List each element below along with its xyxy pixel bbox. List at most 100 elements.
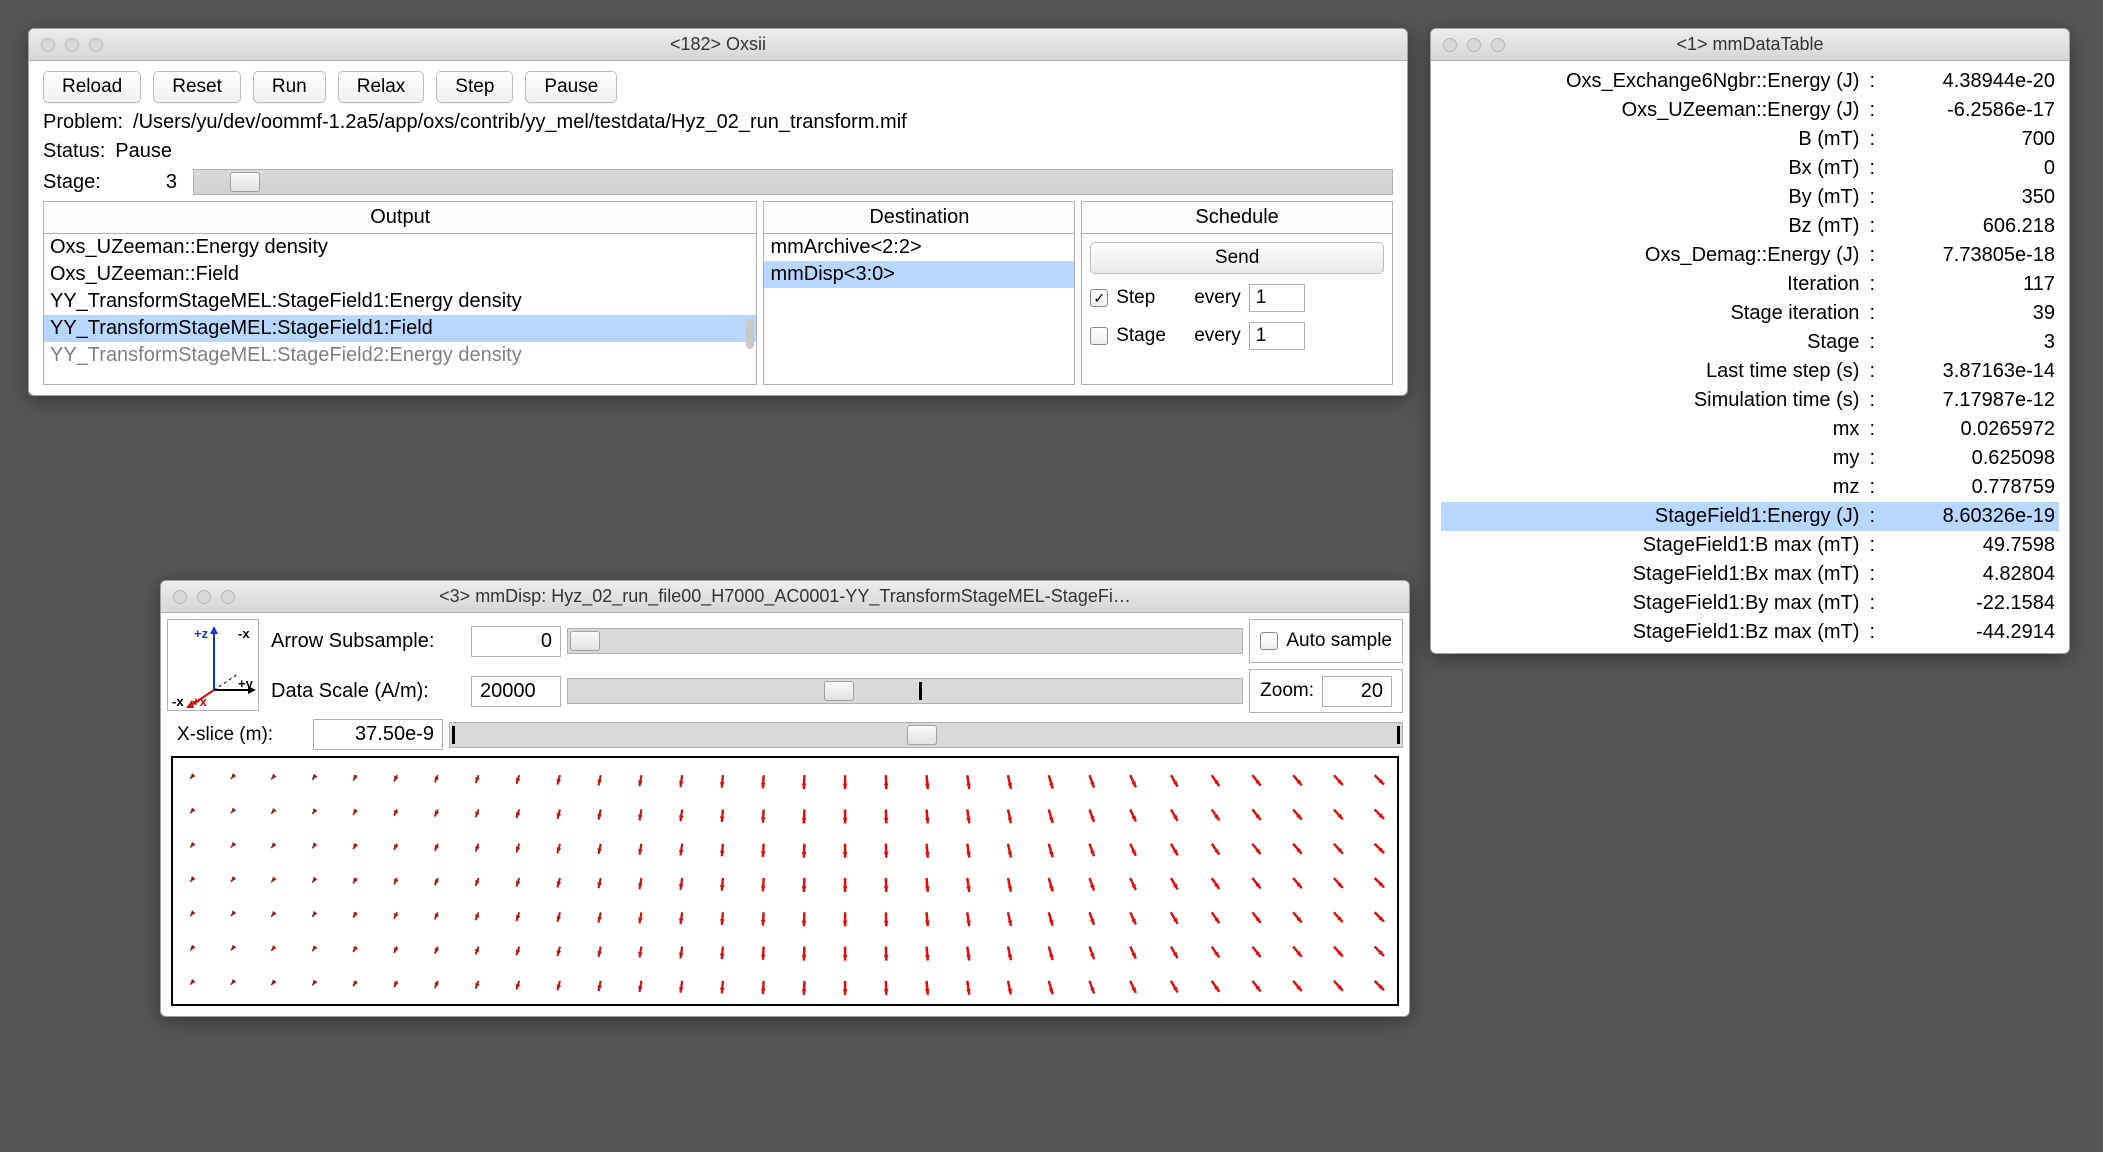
- data-row-value: -6.2586e-17: [1885, 99, 2055, 122]
- close-icon[interactable]: [41, 38, 55, 52]
- xslice-thumb[interactable]: [907, 725, 937, 745]
- step-every-input[interactable]: 1: [1249, 284, 1305, 312]
- output-item[interactable]: Oxs_UZeeman::Field: [44, 261, 756, 288]
- data-row-value: 49.7598: [1885, 534, 2055, 557]
- separator: :: [1865, 70, 1879, 93]
- vector-field-canvas[interactable]: [171, 756, 1399, 1006]
- data-row[interactable]: my:0.625098: [1441, 444, 2059, 473]
- data-row[interactable]: Oxs_Exchange6Ngbr::Energy (J):4.38944e-2…: [1441, 67, 2059, 96]
- separator: :: [1865, 302, 1879, 325]
- data-row[interactable]: By (mT):350: [1441, 183, 2059, 212]
- data-scale-label: Data Scale (A/m):: [265, 680, 465, 703]
- data-row[interactable]: mx:0.0265972: [1441, 415, 2059, 444]
- zoom-icon[interactable]: [1491, 38, 1505, 52]
- data-row-value: 117: [1885, 273, 2055, 296]
- data-row[interactable]: StageField1:B max (mT):49.7598: [1441, 531, 2059, 560]
- auto-sample-checkbox[interactable]: [1260, 632, 1278, 650]
- data-row-value: 3: [1885, 331, 2055, 354]
- separator: :: [1865, 418, 1879, 441]
- window-controls[interactable]: [29, 38, 103, 52]
- arrow-subsample-thumb[interactable]: [570, 631, 600, 651]
- destination-item[interactable]: mmArchive<2:2>: [764, 234, 1074, 261]
- pause-button[interactable]: Pause: [525, 71, 617, 103]
- reload-button[interactable]: Reload: [43, 71, 141, 103]
- zoom-input[interactable]: 20: [1322, 676, 1392, 707]
- destination-listbox[interactable]: mmArchive<2:2>mmDisp<3:0>: [764, 234, 1074, 384]
- output-item-partial[interactable]: YY_TransformStageMEL:StageField2:Energy …: [44, 342, 756, 369]
- every-label-2: every: [1194, 325, 1240, 347]
- data-row[interactable]: Iteration:117: [1441, 270, 2059, 299]
- reset-button[interactable]: Reset: [153, 71, 241, 103]
- destination-item[interactable]: mmDisp<3:0>: [764, 261, 1074, 288]
- stage-slider-thumb[interactable]: [230, 172, 260, 192]
- data-row-label: Oxs_Exchange6Ngbr::Energy (J): [1566, 70, 1859, 93]
- data-row[interactable]: StageField1:Bz max (mT):-44.2914: [1441, 618, 2059, 647]
- separator: :: [1865, 447, 1879, 470]
- stage-slider[interactable]: [193, 169, 1393, 195]
- data-row[interactable]: Last time step (s):3.87163e-14: [1441, 357, 2059, 386]
- data-row[interactable]: Oxs_UZeeman::Energy (J):-6.2586e-17: [1441, 96, 2059, 125]
- arrow-subsample-input[interactable]: 0: [471, 626, 561, 657]
- xslice-tick-start: [452, 726, 455, 744]
- data-scale-input[interactable]: 20000: [471, 676, 561, 707]
- data-scale-tick: [919, 682, 922, 700]
- data-row[interactable]: B (mT):700: [1441, 125, 2059, 154]
- arrow-subsample-label: Arrow Subsample:: [265, 630, 465, 653]
- status-label: Status:: [43, 140, 105, 163]
- data-row-label: StageField1:Energy (J): [1655, 505, 1860, 528]
- data-row[interactable]: StageField1:By max (mT):-22.1584: [1441, 589, 2059, 618]
- data-row[interactable]: StageField1:Energy (J):8.60326e-19: [1441, 502, 2059, 531]
- data-scale-slider[interactable]: [567, 678, 1243, 704]
- xslice-input[interactable]: 37.50e-9: [313, 719, 443, 750]
- axis-pz-label: +z: [194, 626, 208, 641]
- minimize-icon[interactable]: [1467, 38, 1481, 52]
- data-row-label: my: [1833, 447, 1860, 470]
- data-row-value: 0: [1885, 157, 2055, 180]
- output-listbox[interactable]: Oxs_UZeeman::Energy densityOxs_UZeeman::…: [44, 234, 756, 384]
- separator: :: [1865, 360, 1879, 383]
- window-controls[interactable]: [161, 590, 235, 604]
- data-row[interactable]: StageField1:Bx max (mT):4.82804: [1441, 560, 2059, 589]
- oxsii-title: <182> Oxsii: [29, 34, 1407, 55]
- data-row-value: 606.218: [1885, 215, 2055, 238]
- data-row[interactable]: mz:0.778759: [1441, 473, 2059, 502]
- stage-every-input[interactable]: 1: [1249, 322, 1305, 350]
- data-scale-thumb[interactable]: [824, 681, 854, 701]
- stage-checkbox[interactable]: [1090, 327, 1108, 345]
- data-row[interactable]: Bz (mT):606.218: [1441, 212, 2059, 241]
- zoom-icon[interactable]: [89, 38, 103, 52]
- oxsii-titlebar[interactable]: <182> Oxsii: [29, 29, 1407, 61]
- mmdatatable-titlebar[interactable]: <1> mmDataTable: [1431, 29, 2069, 61]
- send-button[interactable]: Send: [1090, 242, 1384, 274]
- data-row[interactable]: Stage iteration:39: [1441, 299, 2059, 328]
- mmdisp-titlebar[interactable]: <3> mmDisp: Hyz_02_run_file00_H7000_AC00…: [161, 581, 1409, 613]
- output-item[interactable]: YY_TransformStageMEL:StageField1:Field: [44, 315, 756, 342]
- stage-value: 3: [123, 171, 183, 194]
- stage-label: Stage:: [43, 171, 113, 194]
- close-icon[interactable]: [1443, 38, 1457, 52]
- minimize-icon[interactable]: [197, 590, 211, 604]
- output-item[interactable]: YY_TransformStageMEL:StageField1:Energy …: [44, 288, 756, 315]
- data-row-label: Iteration: [1787, 273, 1859, 296]
- data-row[interactable]: Bx (mT):0: [1441, 154, 2059, 183]
- data-row-label: mx: [1833, 418, 1860, 441]
- axis-mx-top-label: -x: [238, 626, 250, 641]
- close-icon[interactable]: [173, 590, 187, 604]
- xslice-slider[interactable]: [449, 722, 1403, 748]
- relax-button[interactable]: Relax: [338, 71, 425, 103]
- data-row[interactable]: Oxs_Demag::Energy (J):7.73805e-18: [1441, 241, 2059, 270]
- step-checkbox[interactable]: ✓: [1090, 289, 1108, 307]
- data-row[interactable]: Simulation time (s):7.17987e-12: [1441, 386, 2059, 415]
- window-controls[interactable]: [1431, 38, 1505, 52]
- mmdatatable-title: <1> mmDataTable: [1431, 34, 2069, 55]
- step-button[interactable]: Step: [436, 71, 513, 103]
- zoom-label: Zoom:: [1260, 680, 1314, 702]
- data-row[interactable]: Stage:3: [1441, 328, 2059, 357]
- arrow-subsample-slider[interactable]: [567, 628, 1243, 654]
- minimize-icon[interactable]: [65, 38, 79, 52]
- output-item[interactable]: Oxs_UZeeman::Energy density: [44, 234, 756, 261]
- run-button[interactable]: Run: [253, 71, 326, 103]
- zoom-icon[interactable]: [221, 590, 235, 604]
- step-checkbox-label: Step: [1116, 287, 1186, 309]
- data-row-value: 8.60326e-19: [1885, 505, 2055, 528]
